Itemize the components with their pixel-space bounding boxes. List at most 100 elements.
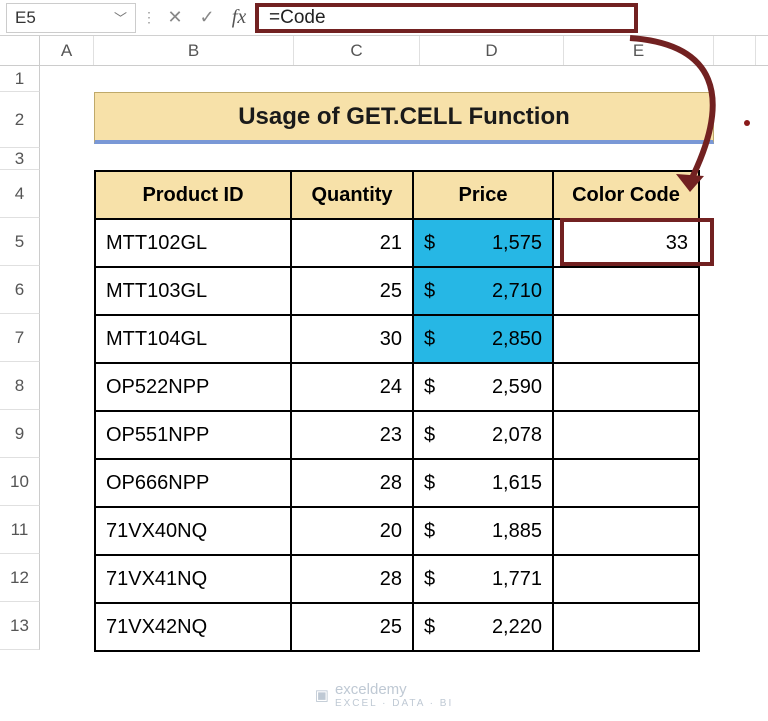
row-header[interactable]: 6 bbox=[0, 266, 40, 314]
row-header[interactable]: 5 bbox=[0, 218, 40, 266]
insert-function-button[interactable]: fx bbox=[225, 4, 253, 32]
currency-symbol: $ bbox=[424, 280, 435, 303]
name-box[interactable]: E5 ﹀ bbox=[6, 3, 136, 33]
table-row: OP666NPP28$1,615 bbox=[95, 459, 699, 507]
header-price[interactable]: Price bbox=[413, 171, 553, 219]
accept-formula-button[interactable]: ✓ bbox=[193, 4, 221, 32]
currency-symbol: $ bbox=[424, 616, 435, 639]
cell-color-code[interactable] bbox=[553, 411, 699, 459]
table-row: OP522NPP24$2,590 bbox=[95, 363, 699, 411]
cell-color-code[interactable]: 33 bbox=[553, 219, 699, 267]
column-headers: A B C D E bbox=[0, 36, 768, 66]
table-row: MTT103GL25$2,710 bbox=[95, 267, 699, 315]
row-header[interactable]: 8 bbox=[0, 362, 40, 410]
watermark-tag: EXCEL · DATA · BI bbox=[335, 698, 453, 709]
cell-price[interactable]: $2,710 bbox=[413, 267, 553, 315]
column-header-d[interactable]: D bbox=[420, 36, 564, 65]
cell-product-id[interactable]: MTT103GL bbox=[95, 267, 291, 315]
table-row: OP551NPP23$2,078 bbox=[95, 411, 699, 459]
currency-symbol: $ bbox=[424, 568, 435, 591]
chevron-down-icon[interactable]: ﹀ bbox=[114, 8, 127, 27]
row-header[interactable]: 2 bbox=[0, 92, 40, 148]
logo-icon: ▣ bbox=[315, 686, 329, 704]
cell-product-id[interactable]: OP666NPP bbox=[95, 459, 291, 507]
cell-color-code[interactable] bbox=[553, 603, 699, 651]
cancel-formula-button[interactable]: ✕ bbox=[161, 4, 189, 32]
cell-product-id[interactable]: OP522NPP bbox=[95, 363, 291, 411]
cell-product-id[interactable]: MTT104GL bbox=[95, 315, 291, 363]
cell-product-id[interactable]: OP551NPP bbox=[95, 411, 291, 459]
row-header[interactable]: 3 bbox=[0, 148, 40, 170]
cell-price[interactable]: $2,590 bbox=[413, 363, 553, 411]
row-header[interactable]: 10 bbox=[0, 458, 40, 506]
table-row: MTT102GL21$1,57533 bbox=[95, 219, 699, 267]
column-header-e[interactable]: E bbox=[564, 36, 714, 65]
watermark: ▣ exceldemy EXCEL · DATA · BI bbox=[315, 681, 453, 709]
cell-price[interactable]: $1,885 bbox=[413, 507, 553, 555]
cell-quantity[interactable]: 20 bbox=[291, 507, 413, 555]
annotation-dot bbox=[744, 120, 750, 126]
cell-quantity[interactable]: 24 bbox=[291, 363, 413, 411]
watermark-brand: exceldemy bbox=[335, 681, 453, 698]
cell-color-code[interactable] bbox=[553, 315, 699, 363]
name-box-value: E5 bbox=[15, 8, 36, 28]
cell-quantity[interactable]: 25 bbox=[291, 267, 413, 315]
row-header[interactable]: 13 bbox=[0, 602, 40, 650]
fx-icon: fx bbox=[232, 6, 246, 29]
cell-product-id[interactable]: 71VX42NQ bbox=[95, 603, 291, 651]
price-value: 2,590 bbox=[424, 376, 542, 399]
cell-quantity[interactable]: 23 bbox=[291, 411, 413, 459]
price-value: 2,710 bbox=[424, 280, 542, 303]
column-header-c[interactable]: C bbox=[294, 36, 420, 65]
cell-product-id[interactable]: 71VX40NQ bbox=[95, 507, 291, 555]
header-product-id[interactable]: Product ID bbox=[95, 171, 291, 219]
table-row: 71VX40NQ20$1,885 bbox=[95, 507, 699, 555]
row-header[interactable]: 11 bbox=[0, 506, 40, 554]
cell-price[interactable]: $1,771 bbox=[413, 555, 553, 603]
currency-symbol: $ bbox=[424, 376, 435, 399]
table-row: MTT104GL30$2,850 bbox=[95, 315, 699, 363]
cell-color-code[interactable] bbox=[553, 507, 699, 555]
cell-price[interactable]: $2,850 bbox=[413, 315, 553, 363]
cell-quantity[interactable]: 28 bbox=[291, 459, 413, 507]
cell-product-id[interactable]: 71VX41NQ bbox=[95, 555, 291, 603]
header-color-code[interactable]: Color Code bbox=[553, 171, 699, 219]
formula-bar: E5 ﹀ ⋮ ✕ ✓ fx =Code bbox=[0, 0, 768, 36]
column-header-a[interactable]: A bbox=[40, 36, 94, 65]
worksheet[interactable]: Usage of GET.CELL Function Product ID Qu… bbox=[40, 66, 768, 650]
select-all-cell[interactable] bbox=[0, 36, 40, 65]
row-header[interactable]: 1 bbox=[0, 66, 40, 92]
table-header-row: Product ID Quantity Price Color Code bbox=[95, 171, 699, 219]
cell-quantity[interactable]: 21 bbox=[291, 219, 413, 267]
formula-input[interactable]: =Code bbox=[255, 3, 638, 33]
cell-quantity[interactable]: 30 bbox=[291, 315, 413, 363]
cell-product-id[interactable]: MTT102GL bbox=[95, 219, 291, 267]
cell-price[interactable]: $2,078 bbox=[413, 411, 553, 459]
row-header[interactable]: 9 bbox=[0, 410, 40, 458]
column-header-f[interactable] bbox=[714, 36, 756, 65]
price-value: 1,885 bbox=[424, 520, 542, 543]
cell-color-code[interactable] bbox=[553, 267, 699, 315]
row-header[interactable]: 4 bbox=[0, 170, 40, 218]
row-headers: 1 2 3 4 5 6 7 8 9 10 11 12 13 bbox=[0, 66, 40, 650]
cell-price[interactable]: $2,220 bbox=[413, 603, 553, 651]
divider-icon: ⋮ bbox=[142, 9, 155, 26]
column-header-b[interactable]: B bbox=[94, 36, 294, 65]
cell-price[interactable]: $1,575 bbox=[413, 219, 553, 267]
cell-color-code[interactable] bbox=[553, 555, 699, 603]
price-value: 2,220 bbox=[424, 616, 542, 639]
title-cell[interactable]: Usage of GET.CELL Function bbox=[94, 92, 714, 144]
header-quantity[interactable]: Quantity bbox=[291, 171, 413, 219]
cell-color-code[interactable] bbox=[553, 459, 699, 507]
formula-text: =Code bbox=[269, 7, 326, 29]
cell-price[interactable]: $1,615 bbox=[413, 459, 553, 507]
cell-quantity[interactable]: 25 bbox=[291, 603, 413, 651]
price-value: 1,771 bbox=[424, 568, 542, 591]
price-value: 1,575 bbox=[424, 232, 542, 255]
row-header[interactable]: 12 bbox=[0, 554, 40, 602]
price-value: 1,615 bbox=[424, 472, 542, 495]
cell-quantity[interactable]: 28 bbox=[291, 555, 413, 603]
row-header[interactable]: 7 bbox=[0, 314, 40, 362]
cell-color-code[interactable] bbox=[553, 363, 699, 411]
currency-symbol: $ bbox=[424, 328, 435, 351]
